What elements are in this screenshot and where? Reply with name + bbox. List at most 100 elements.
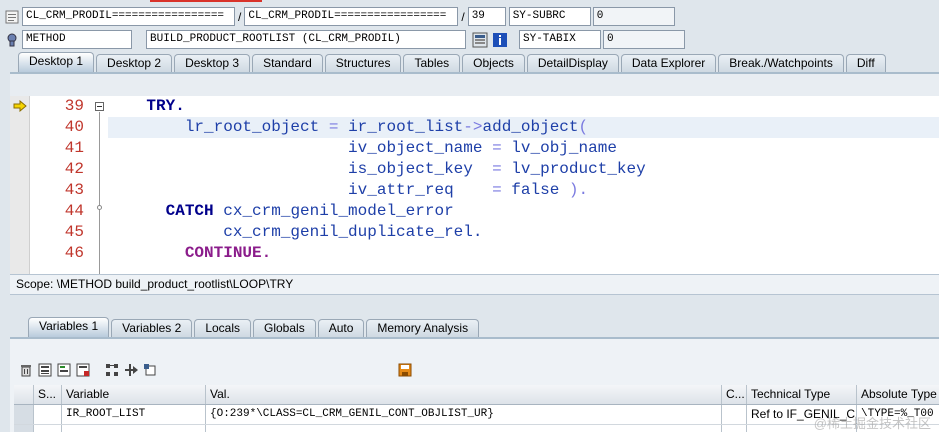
collapse-icon[interactable] <box>95 102 104 111</box>
operator: = <box>328 118 339 136</box>
operator: ). <box>568 181 589 199</box>
tab-globals[interactable]: Globals <box>253 319 316 337</box>
fold-guide <box>99 112 100 274</box>
variable-cell[interactable] <box>62 425 206 432</box>
change-cell[interactable] <box>722 405 747 424</box>
separator: / <box>461 9 465 24</box>
tab-structures[interactable]: Structures <box>324 54 402 72</box>
identifier: iv_attr_req <box>348 181 454 199</box>
tab-standard[interactable]: Standard <box>252 54 323 72</box>
code-line: iv_attr_req = false ). <box>108 180 939 201</box>
keyword-catch: CATCH <box>165 202 214 220</box>
tab-desktop-3[interactable]: Desktop 3 <box>174 54 251 72</box>
hierarchy-icon[interactable] <box>104 362 120 378</box>
tab-detail-display[interactable]: DetailDisplay <box>526 54 619 72</box>
code-line: lr_root_object = ir_root_list->add_objec… <box>108 117 939 138</box>
identifier: lr_root_object <box>184 118 320 136</box>
table-row[interactable] <box>14 425 939 432</box>
line-number: 41 <box>64 139 84 157</box>
code-line: CATCH cx_crm_genil_model_error <box>108 201 939 222</box>
identifier: lv_obj_name <box>511 139 617 157</box>
detail-view-icon[interactable] <box>75 362 91 378</box>
tab-diff[interactable]: Diff <box>845 54 886 72</box>
sysvar-value-field: 0 <box>603 30 685 49</box>
tab-variables-1[interactable]: Variables 1 <box>28 317 110 337</box>
change-cell[interactable] <box>722 425 747 432</box>
tab-variables-2[interactable]: Variables 2 <box>111 319 193 337</box>
tab-desktop-1[interactable]: Desktop 1 <box>18 52 95 72</box>
tab-break-watchpoints[interactable]: Break./Watchpoints <box>718 54 844 72</box>
tab-objects[interactable]: Objects <box>462 54 525 72</box>
column-header-technical-type[interactable]: Technical Type <box>747 385 857 404</box>
fold-marker-icon <box>97 205 102 210</box>
code-lines[interactable]: TRY. lr_root_object = ir_root_list->add_… <box>108 96 939 274</box>
variables-tabstrip: Variables 1 Variables 2 Locals Globals A… <box>28 317 939 337</box>
operator: ( <box>578 118 589 136</box>
save-icon[interactable] <box>397 362 413 378</box>
status-cell <box>34 405 62 424</box>
variable-cell[interactable]: IR_ROOT_LIST <box>62 405 206 424</box>
line-field[interactable]: 39 <box>467 7 506 26</box>
header-row-method: METHOD BUILD_PRODUCT_ROOTLIST (CL_CRM_PR… <box>0 29 685 50</box>
splitter[interactable] <box>0 295 939 309</box>
line-number: 42 <box>64 160 84 178</box>
code-line: TRY. <box>108 96 939 117</box>
row-selector[interactable] <box>14 405 34 424</box>
line-number: 40 <box>64 118 84 136</box>
column-header-variable[interactable]: Variable <box>62 385 206 404</box>
table-row[interactable]: IR_ROOT_LIST {O:239*\CLASS=CL_CRM_GENIL_… <box>14 405 939 425</box>
sysvar-name-field[interactable]: SY-TABIX <box>519 30 601 49</box>
tab-auto[interactable]: Auto <box>317 319 365 337</box>
code-line: iv_object_name = lv_obj_name <box>108 138 939 159</box>
variables-grid: S... Variable Val. C... Technical Type A… <box>14 385 939 432</box>
value-cell[interactable]: {O:239*\CLASS=CL_CRM_GENIL_CONT_OBJLIST_… <box>206 405 722 424</box>
watermark: @稀土掘金技术社区 <box>813 416 931 431</box>
navigate-icon[interactable] <box>123 362 139 378</box>
line-number: 45 <box>64 223 84 241</box>
event-name-field[interactable]: BUILD_PRODUCT_ROOTLIST (CL_CRM_PRODIL) <box>146 30 466 49</box>
desktop-tabstrip: Desktop 1 Desktop 2 Desktop 3 Standard S… <box>10 52 939 72</box>
operator: = <box>492 139 502 157</box>
program-icon <box>4 9 20 25</box>
fold-column <box>92 96 108 274</box>
line-number: 44 <box>64 202 84 220</box>
status-cell <box>34 425 62 432</box>
code-editor[interactable]: 39 40 41 42 43 44 45 46 TRY. lr_root_obj… <box>10 96 939 274</box>
insert-row-icon[interactable] <box>37 362 53 378</box>
sysvar-name-field[interactable]: SY-SUBRC <box>508 7 591 26</box>
delete-icon[interactable] <box>18 362 34 378</box>
tab-tables[interactable]: Tables <box>403 54 461 72</box>
code-line: CONTINUE. <box>108 243 939 264</box>
keyword-try: TRY. <box>146 97 185 115</box>
column-header-change[interactable]: C... <box>722 385 747 404</box>
program-field[interactable]: CL_CRM_PRODIL================= <box>22 7 235 26</box>
table-view-icon[interactable] <box>56 362 72 378</box>
tab-memory-analysis[interactable]: Memory Analysis <box>366 319 480 337</box>
row-selector[interactable] <box>14 425 34 432</box>
value-cell[interactable] <box>206 425 722 432</box>
code-line: is_object_key = lv_product_key <box>108 159 939 180</box>
operator: = <box>492 181 502 199</box>
identifier: is_object_key <box>348 160 473 178</box>
info-icon[interactable] <box>492 32 508 48</box>
code-line: cx_crm_genil_duplicate_rel. <box>108 222 939 243</box>
line-number: 39 <box>64 97 84 115</box>
include-field[interactable]: CL_CRM_PRODIL================= <box>244 7 459 26</box>
column-header-value[interactable]: Val. <box>206 385 722 404</box>
tab-data-explorer[interactable]: Data Explorer <box>620 54 717 72</box>
stack-icon[interactable] <box>472 32 488 48</box>
copy-icon[interactable] <box>142 362 158 378</box>
identifier: ir_root_list <box>348 118 464 136</box>
identifier: iv_object_name <box>348 139 483 157</box>
column-header-absolute-type[interactable]: Absolute Type <box>857 385 939 404</box>
event-type-field[interactable]: METHOD <box>22 30 132 49</box>
column-header-status[interactable]: S... <box>34 385 62 404</box>
identifier: cx_crm_genil_duplicate_rel. <box>223 223 483 241</box>
execution-gutter[interactable] <box>10 96 30 274</box>
method-icon <box>4 32 20 48</box>
select-all-cell[interactable] <box>14 385 34 404</box>
line-number: 43 <box>64 181 84 199</box>
tab-locals[interactable]: Locals <box>194 319 251 337</box>
separator: / <box>238 9 242 24</box>
tab-desktop-2[interactable]: Desktop 2 <box>96 54 173 72</box>
